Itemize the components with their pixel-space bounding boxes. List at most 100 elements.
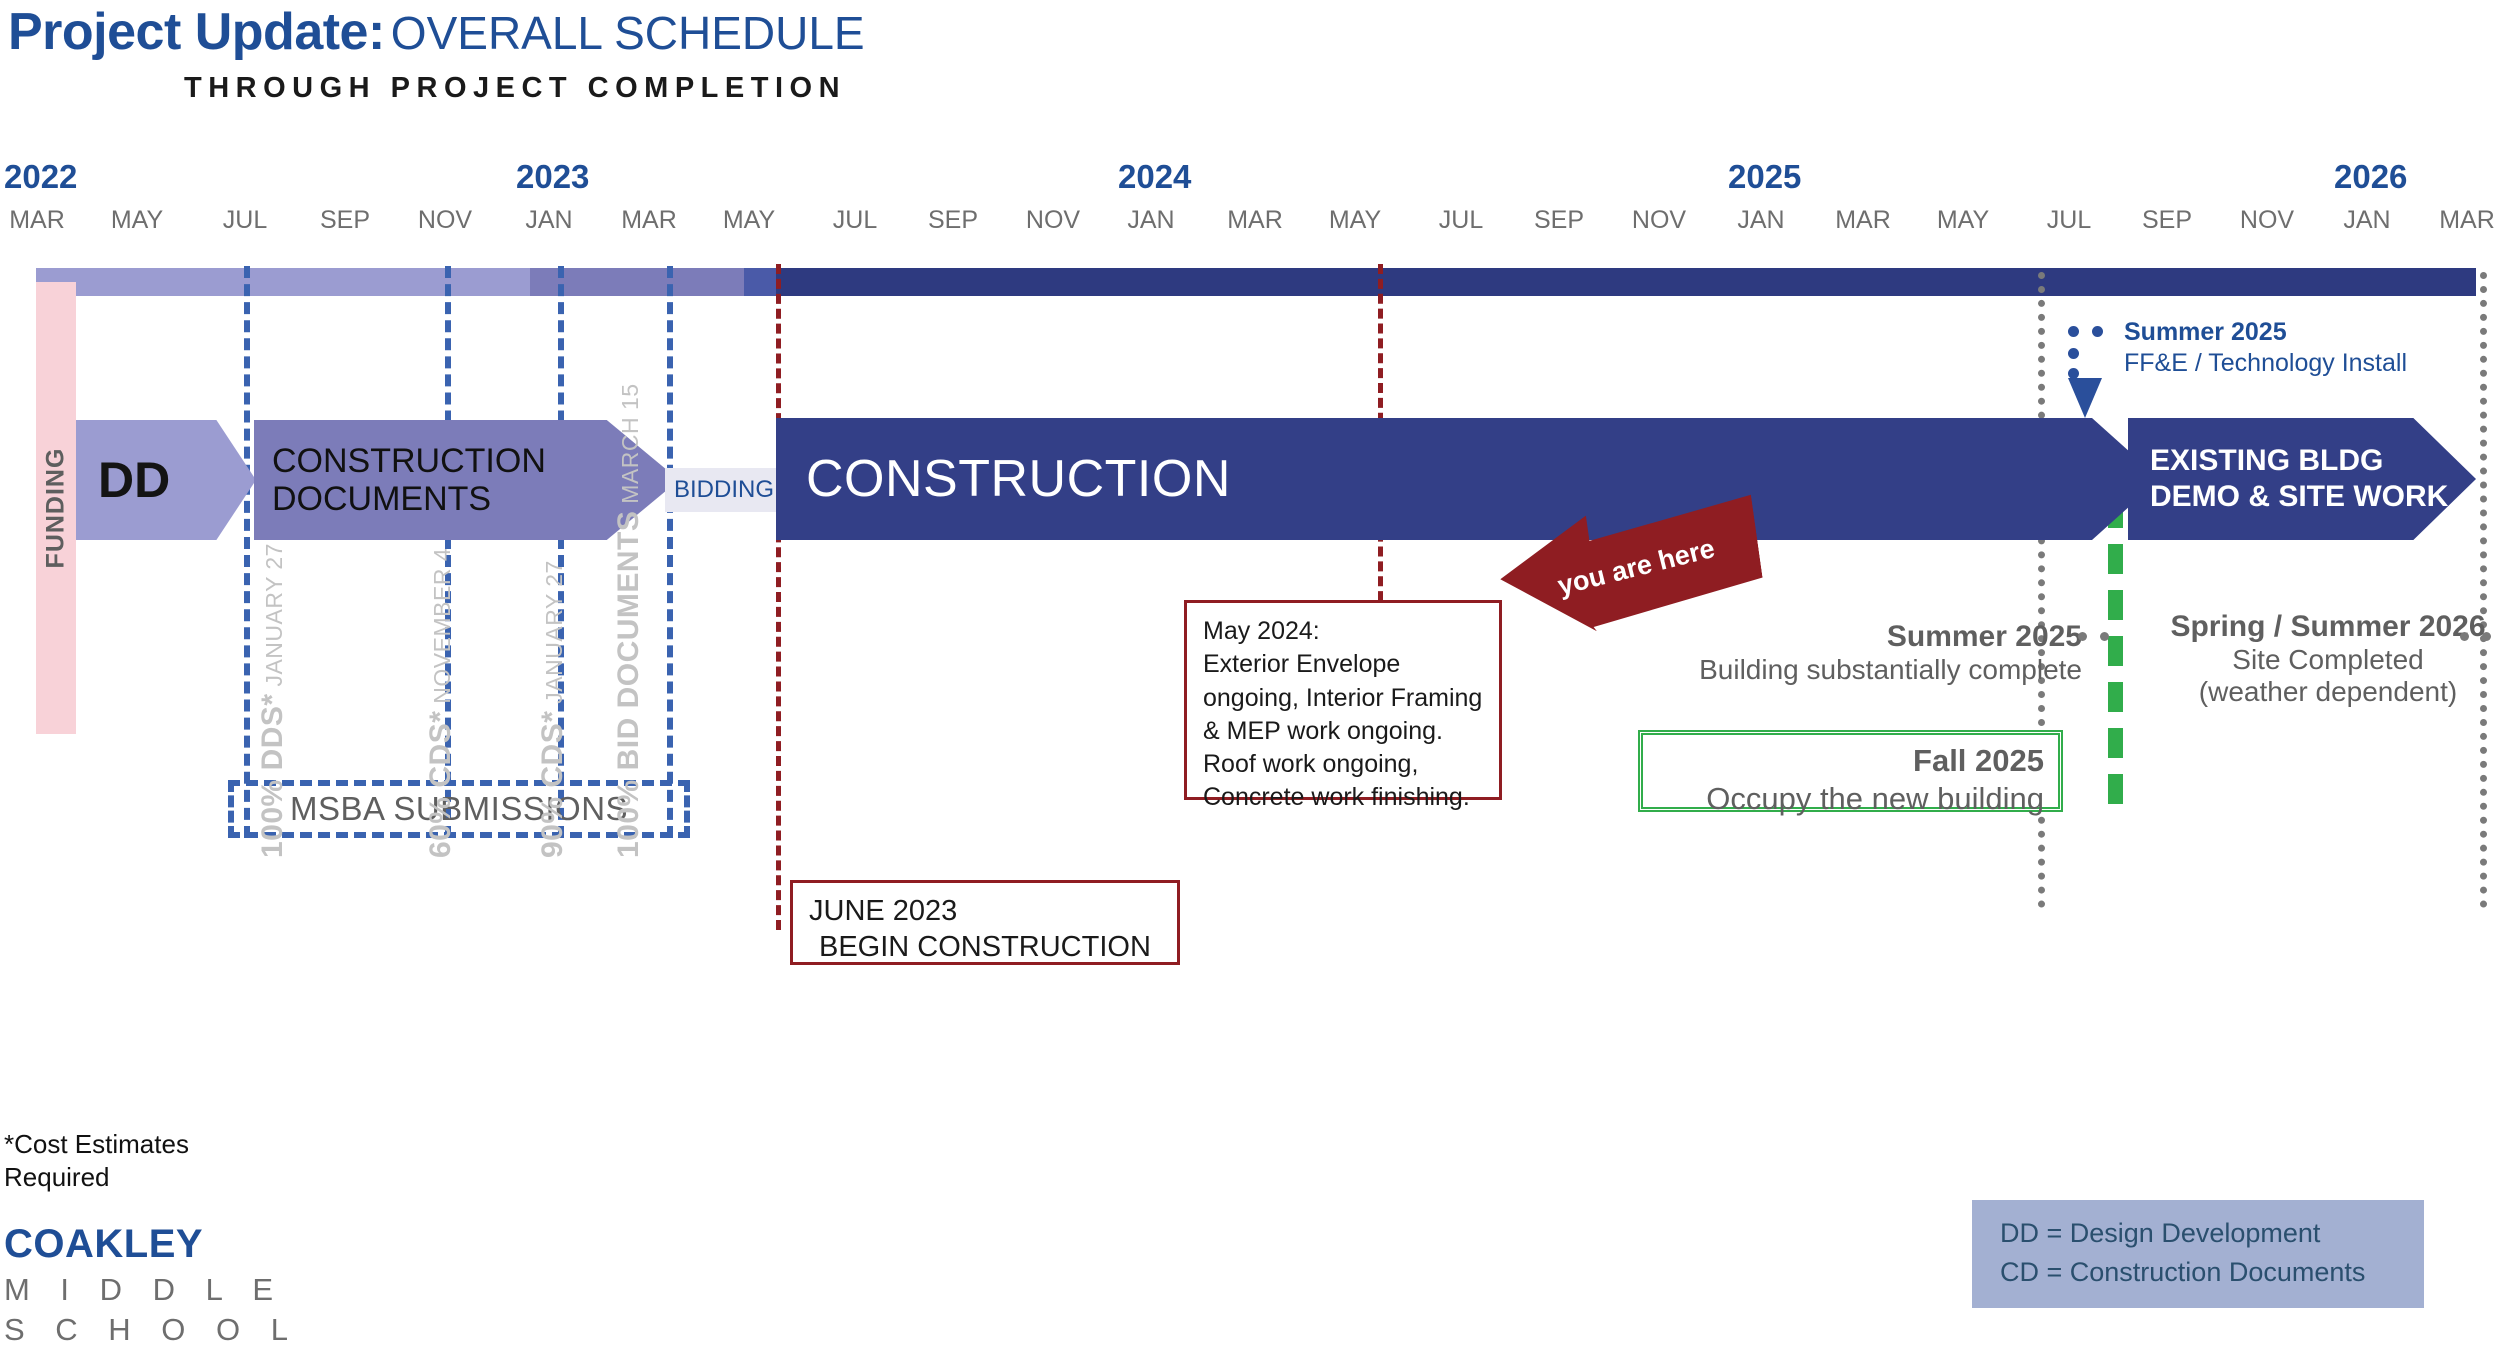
- timeline-month-16: NOV: [1631, 206, 1687, 234]
- milestone-date-2: JANUARY 27: [541, 560, 567, 711]
- ffe-technology-install-note: Summer 2025 FF&E / Technology Install: [2124, 318, 2407, 378]
- existing-bldg-line-2: DEMO & SITE WORK: [2150, 480, 2449, 513]
- funding-label: FUNDING: [41, 447, 70, 569]
- construction-label: CONSTRUCTION: [806, 450, 1231, 508]
- timeline-month-11: JAN: [1127, 206, 1175, 234]
- note-leader-dot-2: [2100, 632, 2109, 641]
- dd-label: DD: [98, 452, 171, 508]
- timeline-month-19: MAY: [1936, 206, 1990, 234]
- timeline-month-4: NOV: [417, 206, 473, 234]
- milestone-name-0: 100% DDS*: [256, 693, 289, 858]
- may-2024-line: ongoing, Interior Framing: [1203, 683, 1483, 712]
- may-2024-line: Concrete work finishing.: [1203, 783, 1470, 812]
- timeline-month-21: SEP: [2141, 206, 2193, 234]
- msba-guide-line-3: [667, 266, 673, 838]
- may-2024-line: Exterior Envelope: [1203, 650, 1401, 679]
- may-2024-line: May 2024:: [1203, 617, 1320, 645]
- milestone-text-0: 100% DDS* JANUARY 27: [256, 543, 290, 858]
- milestone-date-1: NOVEMBER 4: [429, 547, 455, 711]
- timeline-month-0: MAR: [9, 206, 65, 234]
- page-subtitle: THROUGH PROJECT COMPLETION: [184, 72, 847, 104]
- page-title: Project Update: OVERALL SCHEDULE: [8, 2, 865, 62]
- may-2024-line: & MEP work ongoing.: [1203, 716, 1443, 745]
- timeline-month-14: JUL: [1438, 206, 1484, 234]
- timeline-month-2: JUL: [222, 206, 268, 234]
- legend-line-1: DD = Design Development: [2000, 1218, 2321, 1248]
- milestone-date-0: JANUARY 27: [261, 543, 287, 694]
- coakley-logo-school: S C H O O L: [4, 1312, 299, 1347]
- bidding-label: BIDDING: [673, 476, 774, 503]
- footnote-line-2: Required: [4, 1162, 110, 1193]
- timeline-month-23: JAN: [2343, 206, 2391, 234]
- cost-estimates-footnote: *Cost Estimates Required: [4, 1128, 189, 1195]
- timeline-year-2022: 2022: [4, 158, 78, 195]
- spring-summer-2026-line-3: (weather dependent): [2198, 676, 2458, 707]
- top-bar-segment-0: [36, 268, 530, 296]
- abbreviation-legend: DD = Design Development CD = Constructio…: [1972, 1200, 2424, 1308]
- timeline-month-13: MAY: [1328, 206, 1382, 234]
- completion-guide-line-1: [2480, 272, 2487, 908]
- cd-line-1: CONSTRUCTION: [272, 441, 546, 480]
- page-title-bold: Project Update:: [8, 3, 385, 61]
- ffe-note-title: Summer 2025: [2124, 318, 2287, 346]
- dd-phase-arrow: DD: [76, 420, 256, 540]
- top-bar-segment-3: [776, 268, 2476, 296]
- timeline-month-9: SEP: [927, 206, 979, 234]
- fall-2025-text: Occupy the new building: [1706, 781, 2044, 816]
- construction-documents-label: CONSTRUCTION DOCUMENTS: [272, 442, 546, 518]
- ffe-note-text: FF&E / Technology Install: [2124, 349, 2408, 377]
- milestone-text-3: 100% BID DOCUMENTS MARCH 15: [612, 383, 646, 858]
- existing-bldg-label: EXISTING BLDG DEMO & SITE WORK: [2150, 443, 2448, 515]
- timeline-month-18: MAR: [1835, 206, 1891, 234]
- fall-2025-callout: Fall 2025 Occupy the new building: [1638, 730, 2063, 816]
- milestone-guide-line-0: [776, 264, 781, 930]
- coakley-logo-middle: M I D D L E: [4, 1272, 285, 1307]
- footnote-line-1: *Cost Estimates: [4, 1129, 189, 1159]
- note-leader-dot-1: [2460, 632, 2469, 641]
- you-are-here-arrow: you are here: [1500, 510, 1760, 626]
- ffe-leader-dot: [2068, 348, 2079, 359]
- milestone-text-2: 90% CDS* JANUARY 27: [536, 560, 570, 858]
- summer-2025-substantial-note: Summer 2025 Building substantially compl…: [1640, 620, 2082, 686]
- timeline-month-3: SEP: [319, 206, 371, 234]
- page-title-rest: OVERALL SCHEDULE: [390, 7, 865, 59]
- timeline-month-8: JUL: [832, 206, 878, 234]
- may-2024-line: Roof work ongoing,: [1203, 750, 1419, 778]
- timeline-month-15: SEP: [1533, 206, 1585, 234]
- milestone-name-2: 90% CDS*: [536, 710, 569, 858]
- msba-guide-line-0: [244, 266, 250, 838]
- timeline-month-6: MAR: [621, 206, 677, 234]
- timeline-month-17: JAN: [1737, 206, 1785, 234]
- timeline-month-1: MAY: [110, 206, 164, 234]
- spring-summer-2026-line-2: Site Completed: [2232, 644, 2424, 675]
- bidding-phase: BIDDING: [665, 468, 783, 512]
- timeline-year-2023: 2023: [516, 158, 590, 195]
- milestone-name-1: 60% CDS*: [424, 710, 457, 858]
- timeline-month-24: MAR: [2439, 206, 2495, 234]
- spring-summer-2026-note: Spring / Summer 2026 Site Completed (wea…: [2128, 610, 2500, 708]
- timeline-month-12: MAR: [1227, 206, 1283, 234]
- june-2023-text: BEGIN CONSTRUCTION: [819, 931, 1151, 963]
- top-bar-segment-2: [744, 268, 776, 296]
- timeline-year-2025: 2025: [1728, 158, 1802, 195]
- cd-line-2: DOCUMENTS: [272, 480, 492, 518]
- timeline-month-20: JUL: [2046, 206, 2092, 234]
- summer-2025-substantial-text: Building substantially complete: [1699, 654, 2082, 685]
- note-leader-dot-3: [2078, 632, 2087, 641]
- timeline-year-2026: 2026: [2334, 158, 2408, 195]
- june-2023-title: JUNE 2023: [809, 895, 958, 927]
- timeline-month-10: NOV: [1025, 206, 1081, 234]
- legend-line-2: CD = Construction Documents: [2000, 1257, 2366, 1288]
- note-leader-dot-0: [2482, 632, 2491, 641]
- milestone-name-3: 100% BID DOCUMENTS: [612, 510, 645, 858]
- timeline-month-7: MAY: [722, 206, 776, 234]
- existing-bldg-demo-arrow: EXISTING BLDG DEMO & SITE WORK: [2128, 418, 2476, 540]
- summer-2025-substantial-title: Summer 2025: [1886, 620, 2082, 653]
- timeline-month-22: NOV: [2239, 206, 2295, 234]
- msba-submissions-label: MSBA SUBMISSIONS: [289, 790, 629, 827]
- existing-bldg-line-1: EXISTING BLDG: [2150, 444, 2384, 477]
- ffe-leader-dot: [2092, 326, 2103, 337]
- june-2023-callout: JUNE 2023 BEGIN CONSTRUCTION: [790, 880, 1180, 965]
- timeline-year-2024: 2024: [1118, 158, 1192, 195]
- timeline-month-5: JAN: [525, 206, 573, 234]
